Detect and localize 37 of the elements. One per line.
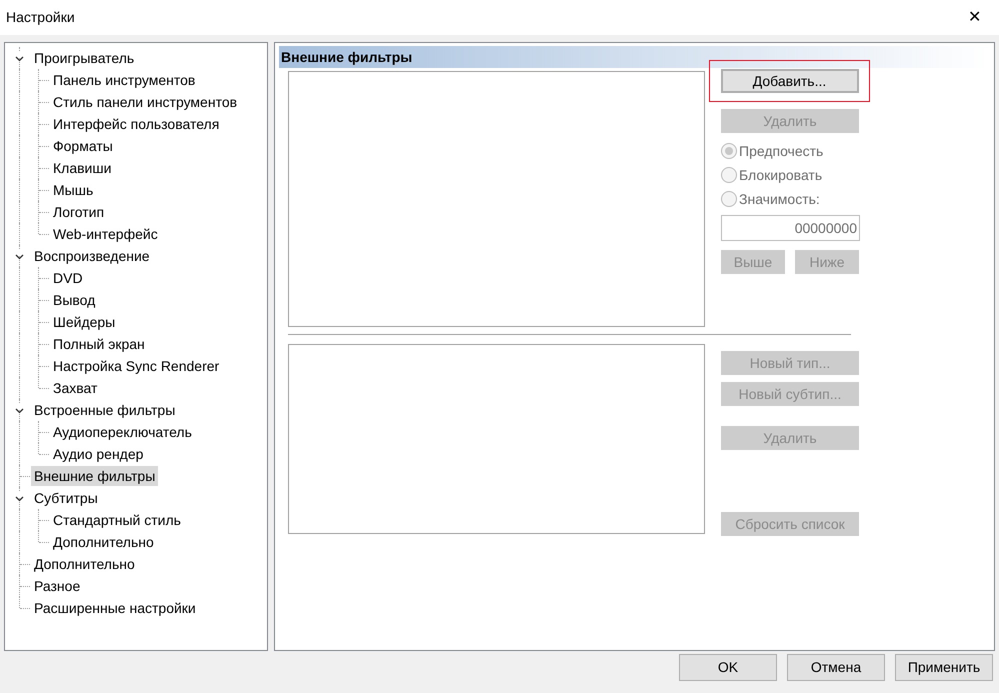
tree-item[interactable]: Разное (31, 576, 84, 596)
window-title: Настройки (6, 8, 75, 27)
tree-item[interactable]: Воспроизведение (31, 246, 153, 266)
tree-item[interactable]: Полный экран (50, 334, 148, 354)
merit-field[interactable]: 00000000 (721, 215, 860, 241)
close-button[interactable]: ✕ (964, 10, 985, 26)
chevron-down-icon[interactable] (15, 494, 24, 503)
tree-item[interactable]: Вывод (50, 290, 98, 310)
tree-item[interactable]: Стандартный стиль (50, 510, 184, 530)
chevron-down-icon[interactable] (15, 252, 24, 261)
tree-item[interactable]: Субтитры (31, 488, 101, 508)
chevron-down-icon[interactable] (15, 54, 24, 63)
tree-item[interactable]: Расширенные настройки (31, 598, 199, 618)
button[interactable]: Отмена (787, 654, 885, 681)
tree-item[interactable]: Панель инструментов (50, 70, 198, 90)
tree-item[interactable]: Аудио рендер (50, 444, 146, 464)
tree-item[interactable]: Форматы (50, 136, 116, 156)
tree-item[interactable]: Дополнительно (31, 554, 138, 574)
tree-item[interactable]: Дополнительно (50, 532, 157, 552)
tree-item[interactable]: Захват (50, 378, 100, 398)
tree-item[interactable]: Логотип (50, 202, 108, 222)
tree-item[interactable]: Мышь (50, 180, 96, 200)
tree-item[interactable]: Проигрыватель (31, 48, 138, 68)
tree-item[interactable]: Внешние фильтры (31, 466, 158, 486)
tree-item[interactable]: Стиль панели инструментов (50, 92, 240, 112)
tree-item[interactable]: Встроенные фильтры (31, 400, 178, 420)
tree-item[interactable]: Шейдеры (50, 312, 118, 332)
button[interactable]: OK (679, 654, 777, 681)
chevron-down-icon[interactable] (15, 406, 24, 415)
tree-item[interactable]: Аудиопереключатель (50, 422, 195, 442)
button[interactable]: Добавить... (720, 68, 858, 92)
tree-item[interactable]: Интерфейс пользователя (50, 114, 222, 134)
button[interactable]: Применить (895, 654, 993, 681)
tree-item[interactable]: Web-интерфейс (50, 224, 161, 244)
tree-item[interactable]: DVD (50, 268, 86, 288)
tree-item[interactable]: Клавиши (50, 158, 114, 178)
tree-item[interactable]: Настройка Sync Renderer (50, 356, 222, 376)
